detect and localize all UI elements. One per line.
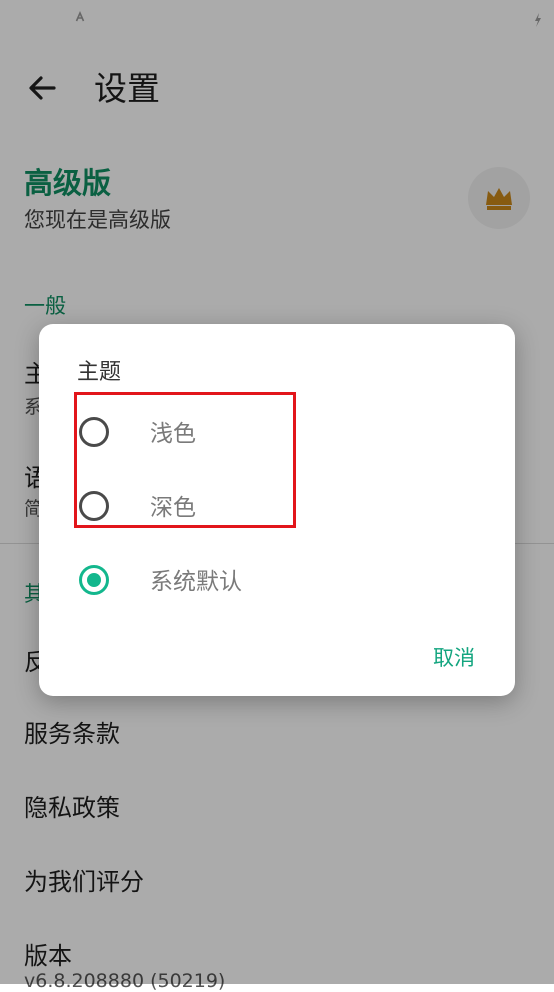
dialog-title: 主题 <box>77 360 122 385</box>
option-label: 系统默认 <box>150 569 242 595</box>
cancel-button[interactable]: 取消 <box>419 638 489 678</box>
radio-checked[interactable] <box>79 565 109 595</box>
highlight-box <box>74 392 296 528</box>
option-system-default[interactable]: 系统默认 <box>39 548 515 612</box>
